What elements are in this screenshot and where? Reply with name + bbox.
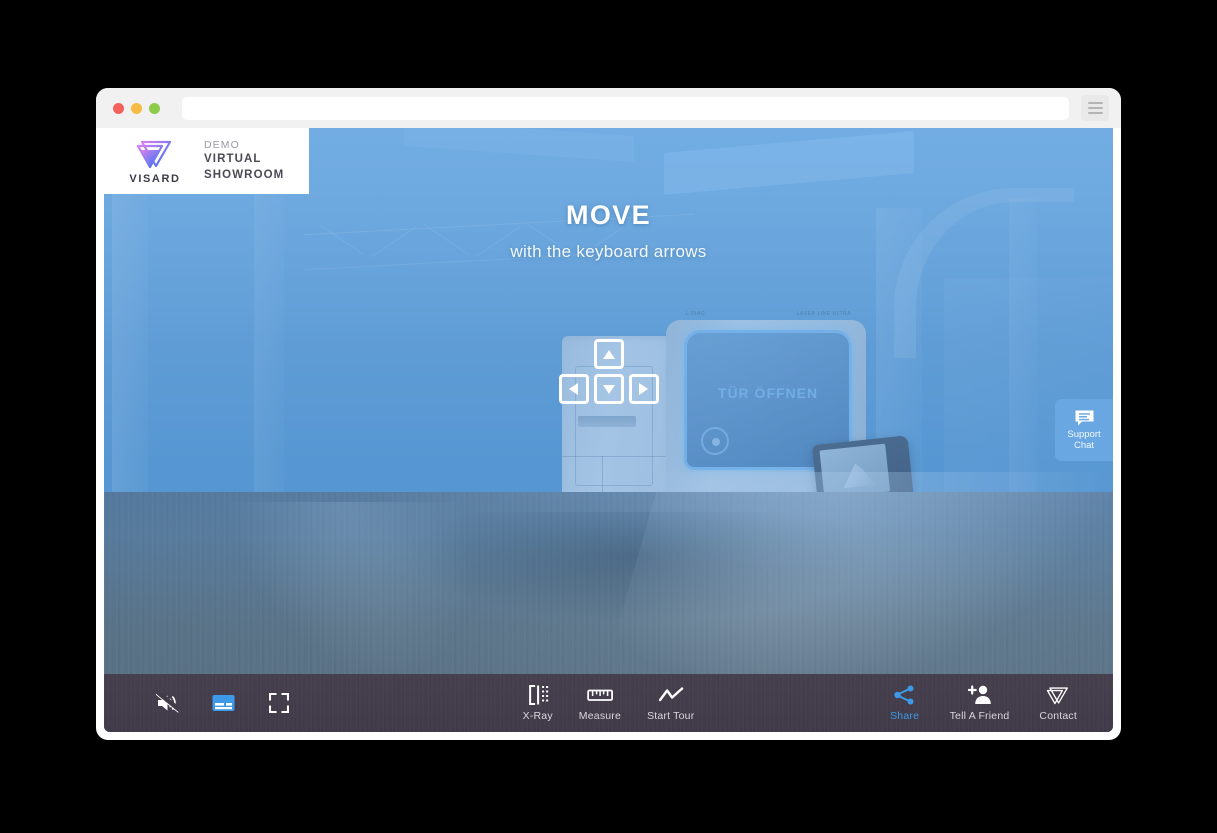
fullscreen-button[interactable] <box>264 692 294 714</box>
measure-button[interactable]: Measure <box>579 684 621 722</box>
minimize-window-button[interactable] <box>131 102 142 114</box>
machine-door-handle <box>701 427 729 455</box>
triangle-down-icon <box>602 384 615 394</box>
support-chat-widget[interactable]: Support Chat <box>1055 399 1113 461</box>
arrow-keys-cluster <box>558 339 659 404</box>
xray-button[interactable]: X-Ray <box>523 684 553 722</box>
arrow-key-up[interactable] <box>593 339 624 369</box>
arrow-key-right[interactable] <box>628 374 659 404</box>
measure-label: Measure <box>578 710 622 722</box>
xray-label: X-Ray <box>522 710 553 722</box>
support-chat-line-1: Support <box>1067 428 1101 440</box>
banner-line-1: VIRTUAL <box>204 153 262 166</box>
mute-button[interactable] <box>152 692 182 714</box>
toolbar-left-group <box>152 692 294 714</box>
tell-a-friend-label: Tell A Friend <box>949 710 1010 722</box>
contact-label: Contact <box>1039 710 1077 722</box>
contact-button[interactable]: Contact <box>1039 684 1077 722</box>
triangle-right-icon <box>639 383 648 395</box>
traffic-lights <box>113 102 160 114</box>
arrow-key-left[interactable] <box>558 374 589 404</box>
banner-text-block: DEMO VIRTUAL SHOWROOM <box>204 138 284 184</box>
support-chat-line-2: Chat <box>1073 439 1095 451</box>
arrow-keys-bottom-row <box>558 374 659 404</box>
showroom-3d-viewer[interactable]: L DIAG LASER LINE ULTRA TÜR ÖFFNEN VISAR… <box>104 128 1113 732</box>
chat-bubble-icon <box>1075 410 1093 426</box>
visard-triangle-logo <box>136 140 172 169</box>
speaker-muted-icon <box>155 692 179 714</box>
maximize-window-button[interactable] <box>149 102 160 114</box>
brand-block: VISARD <box>122 137 188 185</box>
triangle-left-icon <box>569 383 578 395</box>
ruler-icon <box>587 684 613 706</box>
machine-brand-left: L DIAG <box>686 311 706 317</box>
fullscreen-icon <box>269 692 289 714</box>
tour-path-icon <box>658 684 684 706</box>
machine-window-label: TÜR ÖFFNEN <box>717 385 819 401</box>
address-bar-input[interactable] <box>182 96 1069 120</box>
brand-name: VISARD <box>129 173 181 185</box>
browser-chrome-bar <box>96 88 1121 128</box>
browser-window: L DIAG LASER LINE ULTRA TÜR ÖFFNEN VISAR… <box>96 88 1121 740</box>
support-chat-label: Support Chat <box>1067 428 1101 452</box>
triangle-up-icon <box>602 349 615 359</box>
banner-demo-label: DEMO <box>204 138 240 151</box>
floor-light-patch <box>222 502 510 682</box>
tell-a-friend-button[interactable]: Tell A Friend <box>950 684 1010 722</box>
machine-slot <box>578 416 636 427</box>
share-nodes-icon <box>894 684 915 706</box>
start-tour-button[interactable]: Start Tour <box>647 684 694 722</box>
subtitles-button[interactable] <box>208 692 238 714</box>
share-label: Share <box>890 710 920 722</box>
machine-panel-seam <box>562 456 674 457</box>
person-add-icon <box>967 684 992 706</box>
arrow-key-down[interactable] <box>593 374 624 404</box>
arrow-keys-top-row <box>593 339 624 369</box>
floor-light-patch <box>595 472 1113 702</box>
subtitles-icon <box>212 692 235 714</box>
visard-triangle-logo <box>1046 684 1070 706</box>
close-window-button[interactable] <box>113 102 124 114</box>
xray-icon <box>527 684 549 706</box>
machine-branding: L DIAG LASER LINE ULTRA <box>686 311 851 317</box>
toolbar-center-group: X-Ray Measure Start Tour <box>523 684 695 722</box>
showroom-logo-banner: VISARD DEMO VIRTUAL SHOWROOM <box>104 128 309 194</box>
viewer-toolbar: X-Ray Measure Start Tour Share Tell A Fr… <box>104 674 1113 732</box>
hamburger-menu-icon[interactable] <box>1081 95 1109 121</box>
share-button[interactable]: Share <box>890 684 920 722</box>
toolbar-right-group: Share Tell A Friend Contact <box>890 684 1077 722</box>
banner-line-2: SHOWROOM <box>204 169 285 182</box>
start-tour-label: Start Tour <box>647 710 695 722</box>
machine-brand-right: LASER LINE ULTRA <box>796 311 851 317</box>
